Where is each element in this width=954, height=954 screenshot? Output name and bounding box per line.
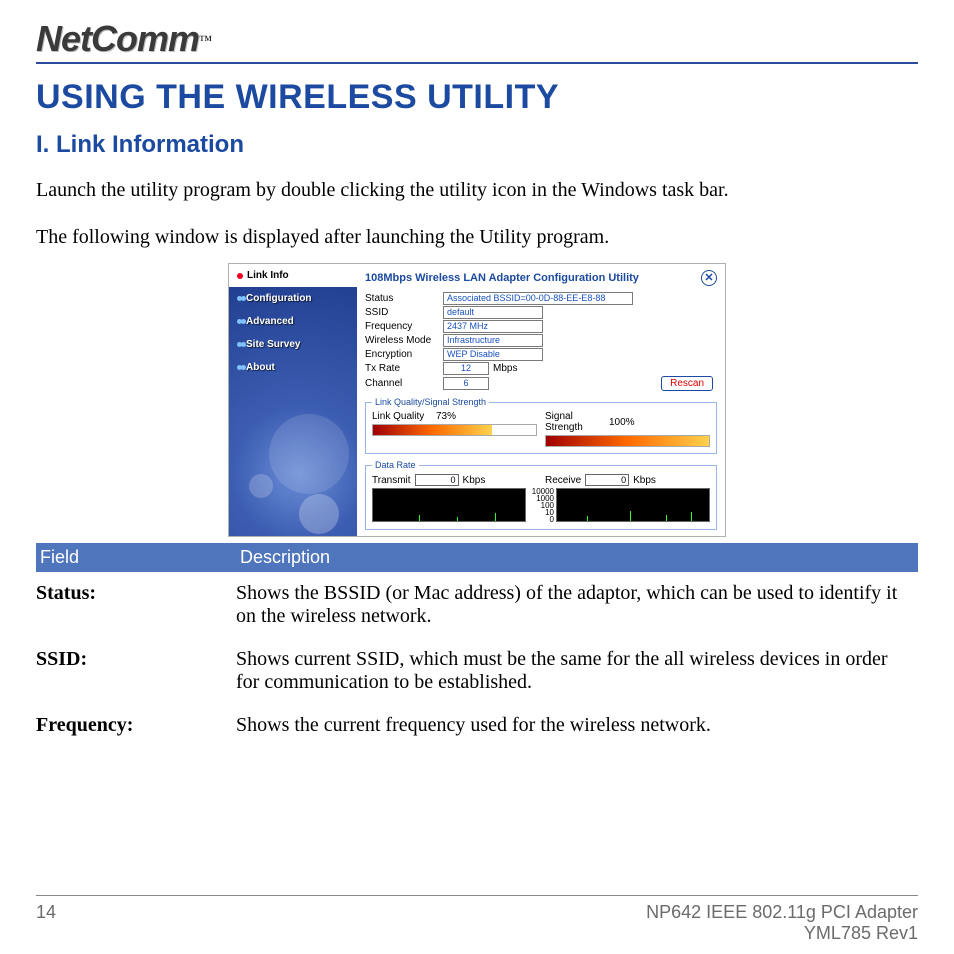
brand-logo: NetComm™ (36, 18, 918, 60)
main-panel: 108Mbps Wireless LAN Adapter Configurati… (357, 264, 725, 536)
nav-link-info[interactable]: Link Info (229, 264, 357, 287)
ssid-label: SSID (365, 307, 443, 318)
link-quality-pct: 73% (436, 411, 466, 422)
nav-label: About (246, 362, 275, 373)
page-number: 14 (36, 902, 56, 944)
field-description-table: Field Description Status: Shows the BSSI… (36, 543, 918, 747)
window-title: 108Mbps Wireless LAN Adapter Configurati… (365, 272, 639, 284)
sidebar: Link Info Configuration Advanced Site Su… (229, 264, 357, 536)
nav-site-survey[interactable]: Site Survey (229, 333, 357, 356)
link-quality-label: Link Quality (372, 411, 430, 422)
bullet-icon (237, 342, 242, 347)
bullet-icon (237, 365, 242, 370)
y-axis-ticks: 10000 1000 100 10 0 (528, 488, 554, 523)
field-description: Shows current SSID, which must be the sa… (236, 648, 914, 694)
field-description: Shows the BSSID (or Mac address) of the … (236, 582, 914, 628)
decor-circle (299, 494, 339, 534)
field-name: Status: (36, 582, 236, 628)
header-rule (36, 62, 918, 64)
nav-label: Advanced (246, 316, 294, 327)
data-rate-group: Data Rate Transmit 0 Kbps Receive 0 Kbps 100… (365, 460, 717, 530)
bullet-icon (237, 296, 242, 301)
channel-value: 6 (443, 377, 489, 390)
field-name: Frequency: (36, 714, 236, 737)
channel-label: Channel (365, 378, 443, 389)
transmit-chart (372, 488, 526, 522)
frequency-value: 2437 MHz (443, 320, 543, 333)
unit-kbps: Kbps (633, 475, 656, 486)
nav-advanced[interactable]: Advanced (229, 310, 357, 333)
page-title: USING THE WIRELESS UTILITY (36, 78, 918, 117)
field-description: Shows the current frequency used for the… (236, 714, 914, 737)
nav-label: Link Info (247, 270, 289, 281)
rescan-button[interactable]: Rescan (661, 376, 713, 391)
signal-strength-pct: 100% (609, 417, 639, 428)
transmit-label: Transmit (372, 475, 411, 486)
encryption-value: WEP Disable (443, 348, 543, 361)
product-name: NP642 IEEE 802.11g PCI Adapter (646, 902, 918, 923)
close-button[interactable]: ✕ (701, 270, 717, 286)
receive-value: 0 (585, 474, 629, 486)
link-quality-bar (372, 424, 537, 436)
bullet-icon (237, 273, 243, 279)
decor-circle (249, 474, 273, 498)
intro-paragraph-2: The following window is displayed after … (36, 226, 918, 249)
bullet-icon (237, 319, 242, 324)
txrate-unit: Mbps (493, 363, 517, 374)
signal-strength-bar (545, 435, 710, 447)
encryption-label: Encryption (365, 349, 443, 360)
status-label: Status (365, 293, 443, 304)
table-row: SSID: Shows current SSID, which must be … (36, 638, 918, 704)
receive-label: Receive (545, 475, 581, 486)
nav-label: Configuration (246, 293, 312, 304)
revision: YML785 Rev1 (646, 923, 918, 944)
receive-chart (556, 488, 710, 522)
trademark: ™ (199, 33, 212, 48)
wireless-mode-value: Infrastructure (443, 334, 543, 347)
link-quality-group: Link Quality/Signal Strength Link Qualit… (365, 397, 717, 454)
transmit-value: 0 (415, 474, 459, 486)
group-legend: Data Rate (372, 460, 419, 470)
section-heading: I. Link Information (36, 131, 918, 159)
table-header-description: Description (240, 547, 914, 568)
decor-circle (269, 414, 349, 494)
utility-window: Link Info Configuration Advanced Site Su… (228, 263, 726, 537)
page-footer: 14 NP642 IEEE 802.11g PCI Adapter YML785… (36, 895, 918, 944)
group-legend: Link Quality/Signal Strength (372, 397, 489, 407)
frequency-label: Frequency (365, 321, 443, 332)
table-header-field: Field (40, 547, 240, 568)
nav-label: Site Survey (246, 339, 300, 350)
brand-text: NetComm (36, 18, 199, 59)
txrate-label: Tx Rate (365, 363, 443, 374)
txrate-value: 12 (443, 362, 489, 375)
status-value: Associated BSSID=00-0D-88-EE-E8-88 (443, 292, 633, 305)
nav-configuration[interactable]: Configuration (229, 287, 357, 310)
table-row: Frequency: Shows the current frequency u… (36, 704, 918, 747)
nav-about[interactable]: About (229, 356, 357, 379)
signal-strength-label: Signal Strength (545, 411, 603, 433)
field-name: SSID: (36, 648, 236, 694)
intro-paragraph-1: Launch the utility program by double cli… (36, 179, 918, 202)
wireless-mode-label: Wireless Mode (365, 335, 443, 346)
ssid-value: default (443, 306, 543, 319)
table-row: Status: Shows the BSSID (or Mac address)… (36, 572, 918, 638)
unit-kbps: Kbps (463, 475, 486, 486)
